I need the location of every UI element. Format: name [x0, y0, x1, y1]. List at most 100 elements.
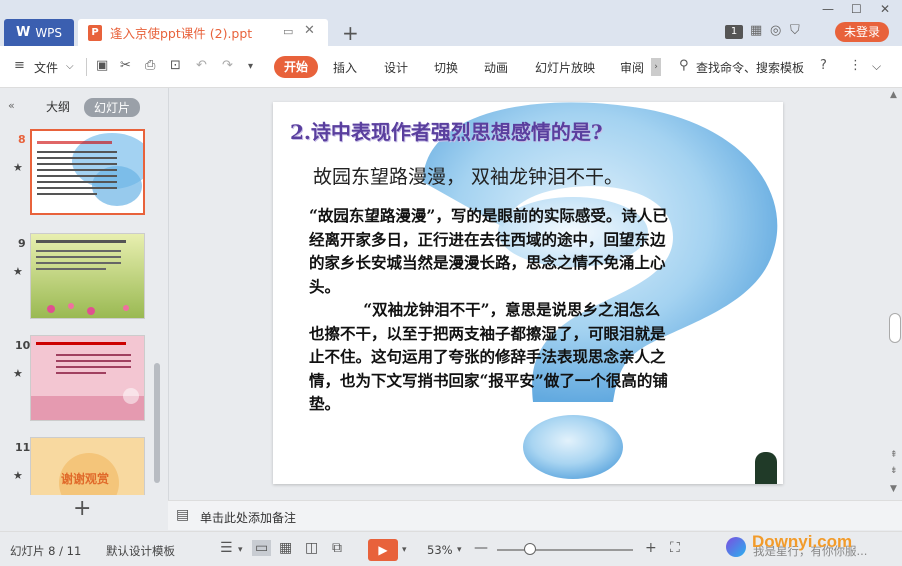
design-template-label[interactable]: 默认设计模板: [106, 543, 175, 559]
thumbnail-slide-9[interactable]: [30, 233, 145, 319]
presenter-icon[interactable]: ⧉: [332, 540, 342, 556]
thumbnail-number: 11: [15, 441, 31, 454]
animation-star-icon: ★: [13, 161, 23, 174]
collapse-panel-icon[interactable]: «: [8, 99, 15, 112]
next-slide-icon[interactable]: ⇟: [890, 466, 898, 476]
quick-access-dropdown-icon[interactable]: ▾: [248, 61, 253, 72]
format-painter-icon[interactable]: ✂: [120, 58, 131, 73]
panel-scrollbar[interactable]: [154, 363, 160, 483]
play-slideshow-button[interactable]: ▶: [368, 539, 398, 561]
tab-transition[interactable]: 切换: [434, 59, 458, 76]
save-icon[interactable]: ▣: [96, 58, 108, 73]
skin-icon[interactable]: ⛉: [790, 23, 800, 38]
zoom-out-icon[interactable]: —: [474, 540, 488, 556]
fit-window-icon[interactable]: ⛶: [670, 540, 680, 556]
notes-icon: ▤: [176, 507, 190, 523]
close-tab-icon[interactable]: ✕: [304, 23, 315, 38]
maximize-icon[interactable]: ☐: [851, 2, 862, 16]
add-slide-icon[interactable]: +: [73, 496, 91, 521]
slide-subtitle: 故园东望路漫漫， 双袖龙钟泪不干。: [313, 166, 624, 188]
prev-slide-icon[interactable]: ⇞: [890, 450, 898, 460]
status-bar: 幻灯片 8 / 11 默认设计模板 ☰ ▾ ▭ ▦ ◫ ⧉ ▶ ▾ 53% ▾ …: [0, 531, 902, 566]
notes-placeholder[interactable]: 单击此处添加备注: [200, 509, 296, 526]
wps-logo-icon: W: [15, 25, 31, 40]
zoom-slider[interactable]: [497, 549, 633, 551]
zoom-dropdown-icon[interactable]: ▾: [457, 545, 462, 555]
thumbnail-slide-11[interactable]: 谢谢观赏: [30, 437, 145, 495]
ppt-file-icon: P: [88, 24, 102, 41]
slide-panel: « 大纲 幻灯片 8 ★ 9 ★ 10 ★ 11 ★ 谢谢观赏 +: [0, 88, 168, 531]
play-dropdown-icon[interactable]: ▾: [402, 545, 407, 555]
help-icon[interactable]: ?: [820, 58, 827, 73]
file-menu[interactable]: 文件: [34, 59, 58, 76]
animation-star-icon: ★: [13, 265, 23, 278]
menu-hamburger-icon[interactable]: ≡: [14, 58, 25, 73]
slide-title: 2.诗中表现作者强烈思想感情的是?: [290, 120, 603, 144]
print-preview-icon[interactable]: ⊡: [170, 58, 181, 73]
wps-home-tab[interactable]: W WPS: [4, 19, 74, 46]
tab-insert[interactable]: 插入: [333, 59, 357, 76]
window-count-badge[interactable]: 1: [725, 25, 743, 39]
collapse-ribbon-icon[interactable]: ⌵: [872, 59, 881, 74]
tab-animation[interactable]: 动画: [484, 59, 508, 76]
zoom-slider-handle[interactable]: [524, 543, 536, 555]
close-window-icon[interactable]: ✕: [880, 2, 890, 16]
login-button[interactable]: 未登录: [835, 22, 889, 42]
file-dropdown-icon[interactable]: ⌵: [66, 61, 74, 72]
current-slide[interactable]: 2.诗中表现作者强烈思想感情的是? 故园东望路漫漫， 双袖龙钟泪不干。 “故园东…: [273, 102, 783, 484]
restore-tab-icon[interactable]: ▭: [283, 25, 293, 38]
watermark: Downyi.com: [752, 532, 853, 551]
slide-counter: 幻灯片 8 / 11: [10, 544, 82, 558]
slide-body: “故园东望路漫漫”，写的是眼前的实际感受。诗人已经离开家多日，正行进在去往西域的…: [309, 204, 671, 416]
notes-dropdown-icon[interactable]: ▾: [238, 545, 243, 555]
scroll-up-icon[interactable]: ▲: [890, 90, 897, 100]
tab-home[interactable]: 开始: [274, 56, 318, 78]
slide-sorter-icon[interactable]: ▦: [279, 540, 292, 556]
more-options-icon[interactable]: ⋮: [849, 58, 862, 73]
tab-slides[interactable]: 幻灯片: [84, 98, 141, 117]
search-icon: ⚲: [679, 58, 689, 73]
tab-design[interactable]: 设计: [384, 59, 408, 76]
document-tab-title: 逢入京使ppt课件 (2).ppt: [110, 26, 253, 41]
animation-star-icon: ★: [13, 367, 23, 380]
zoom-level[interactable]: 53%: [427, 543, 453, 557]
redo-icon[interactable]: ↷: [222, 58, 233, 73]
editing-canvas: 2.诗中表现作者强烈思想感情的是? 故园东望路漫漫， 双袖龙钟泪不干。 “故园东…: [168, 88, 902, 500]
grid-icon[interactable]: ▦: [750, 23, 762, 38]
assistant-icon[interactable]: [726, 537, 746, 557]
tab-slideshow[interactable]: 幻灯片放映: [535, 59, 595, 76]
canvas-scrollbar[interactable]: [889, 313, 901, 343]
slide-paragraph: “故园东望路漫漫”，写的是眼前的实际感受。诗人已经离开家多日，正行进在去往西域的…: [309, 206, 668, 296]
normal-view-icon[interactable]: ▭: [252, 540, 272, 556]
document-tab[interactable]: P 逢入京使ppt课件 (2).ppt ▭ ✕: [78, 19, 328, 46]
thumbnail-slide-10[interactable]: [30, 335, 145, 421]
minimize-icon[interactable]: —: [822, 2, 834, 16]
notes-bar[interactable]: ▤ 单击此处添加备注: [168, 500, 902, 530]
ribbon-scroll-right-icon[interactable]: ›: [651, 58, 661, 76]
pen-icon: [755, 452, 777, 484]
title-bar: W WPS P 逢入京使ppt课件 (2).ppt ▭ ✕ + 1 ▦ ◎ ⛉ …: [0, 0, 902, 46]
undo-icon[interactable]: ↶: [196, 58, 207, 73]
animation-star-icon: ★: [13, 469, 23, 482]
slide-paragraph: “双袖龙钟泪不干”，意思是说思乡之泪怎么也擦不干，以至于把两支袖子都擦湿了，可眼…: [309, 300, 668, 413]
thumbnail-label: 谢谢观赏: [61, 472, 110, 486]
reading-view-icon[interactable]: ◫: [305, 540, 318, 556]
command-search[interactable]: 查找命令、搜索模板: [696, 59, 804, 76]
thumbnail-slide-8[interactable]: [30, 129, 145, 215]
panel-tabs: « 大纲 幻灯片: [0, 96, 168, 118]
sync-icon[interactable]: ◎: [770, 23, 781, 38]
new-tab-icon[interactable]: +: [342, 21, 359, 45]
ribbon-bar: ≡ 文件 ⌵ ▣ ✂ ⎙ ⊡ ↶ ↷ ▾ 开始 插入 设计 切换 动画 幻灯片放…: [0, 46, 902, 88]
divider: [86, 58, 87, 76]
wps-home-label: WPS: [35, 25, 63, 40]
tab-outline[interactable]: 大纲: [46, 98, 70, 115]
tab-review[interactable]: 审阅: [620, 59, 644, 76]
thumbnail-list[interactable]: 8 ★ 9 ★ 10 ★ 11 ★ 谢谢观赏: [0, 123, 168, 495]
thumbnail-number: 9: [18, 237, 26, 250]
notes-toggle-icon[interactable]: ☰: [220, 540, 233, 556]
thumbnail-number: 10: [15, 339, 31, 352]
zoom-in-icon[interactable]: +: [645, 540, 657, 556]
scroll-down-icon[interactable]: ▼: [890, 484, 897, 494]
thumbnail-number: 8: [18, 133, 26, 146]
print-icon[interactable]: ⎙: [145, 58, 155, 73]
